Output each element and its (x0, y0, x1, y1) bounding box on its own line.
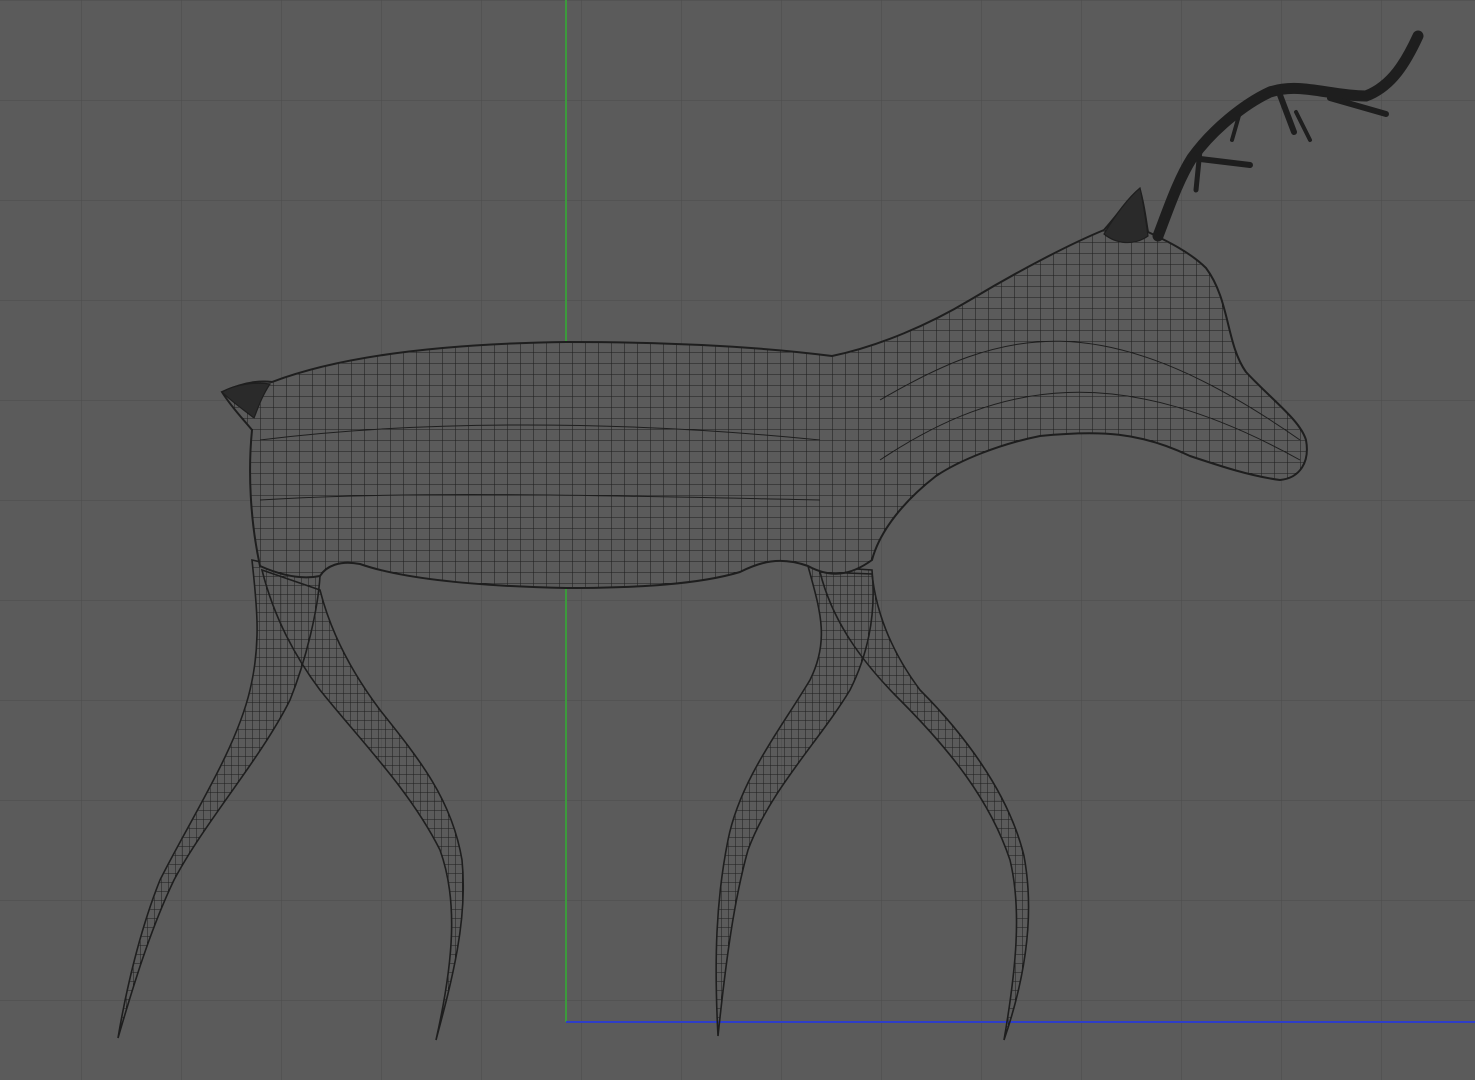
viewport-canvas[interactable] (0, 0, 1475, 1080)
3d-viewport[interactable] (0, 0, 1475, 1080)
